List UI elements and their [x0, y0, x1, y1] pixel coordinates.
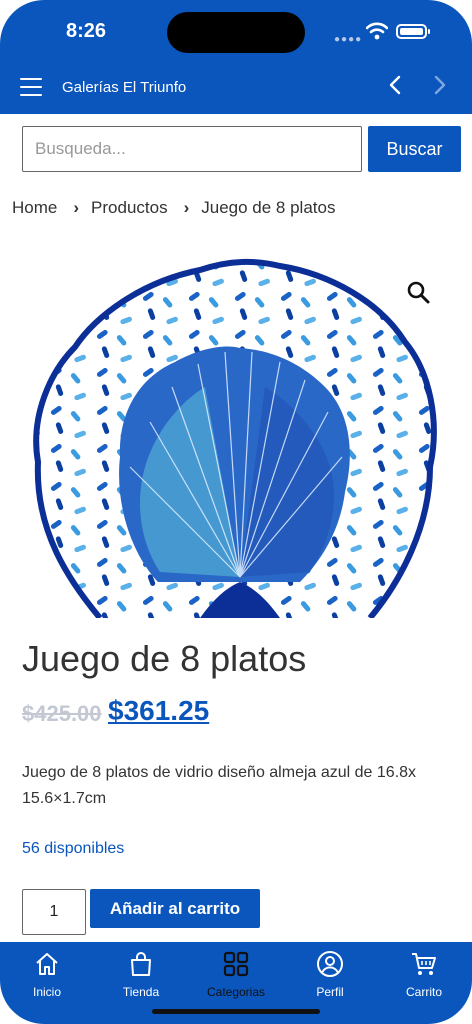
sale-price: $361.25 — [108, 695, 210, 726]
zoom-icon[interactable] — [406, 280, 432, 306]
app-title: Galerías El Triunfo — [62, 79, 187, 96]
original-price: $425.00 — [22, 701, 102, 726]
forward-arrow-icon[interactable] — [432, 73, 448, 101]
nav-label: Inicio — [32, 985, 61, 999]
nav-label: Carrito — [405, 985, 442, 999]
cart-icon — [412, 953, 436, 975]
chevron-right-icon: › — [183, 198, 190, 217]
add-to-cart-button[interactable]: Añadir al carrito — [90, 889, 260, 928]
home-indicator[interactable] — [152, 1009, 320, 1014]
stock-status: 56 disponibles — [22, 840, 125, 857]
shopping-bag-icon — [131, 952, 151, 976]
nav-label: Perfil — [316, 985, 344, 999]
breadcrumb: Home › Productos › Juego de 8 platos — [12, 198, 335, 218]
breadcrumb-home[interactable]: Home — [12, 198, 57, 217]
chevron-right-icon: › — [73, 198, 80, 217]
app-header: 8:26 ●●●● Galerías El Triunfo — [0, 0, 472, 114]
nav-item-inicio[interactable]: Inicio — [7, 950, 87, 999]
quantity-input[interactable] — [22, 889, 86, 935]
back-arrow-icon[interactable] — [387, 73, 403, 101]
search-input[interactable] — [22, 126, 362, 172]
menu-icon[interactable] — [20, 78, 42, 96]
nav-item-carrito[interactable]: Carrito — [384, 950, 464, 999]
signal-icon: ●●●● — [334, 34, 363, 45]
camera-notch — [167, 12, 305, 53]
breadcrumb-productos[interactable]: Productos — [91, 198, 168, 217]
status-time: 8:26 — [66, 20, 107, 42]
product-image[interactable] — [0, 252, 472, 618]
user-icon — [317, 951, 343, 977]
search-button[interactable]: Buscar — [368, 126, 461, 172]
product-title: Juego de 8 platos — [22, 638, 307, 679]
nav-item-categorias[interactable]: Categorias — [196, 950, 276, 999]
nav-label: Tienda — [122, 985, 160, 999]
wifi-icon — [366, 22, 388, 40]
battery-icon — [396, 24, 430, 39]
nav-item-perfil[interactable]: Perfil — [290, 950, 370, 999]
breadcrumb-current: Juego de 8 platos — [201, 198, 336, 217]
home-icon — [36, 953, 58, 975]
nav-item-tienda[interactable]: Tienda — [101, 950, 181, 999]
product-description: Juego de 8 platos de vidrio diseño almej… — [22, 764, 417, 807]
grid-icon — [223, 951, 249, 977]
nav-label: Categorias — [206, 985, 266, 999]
